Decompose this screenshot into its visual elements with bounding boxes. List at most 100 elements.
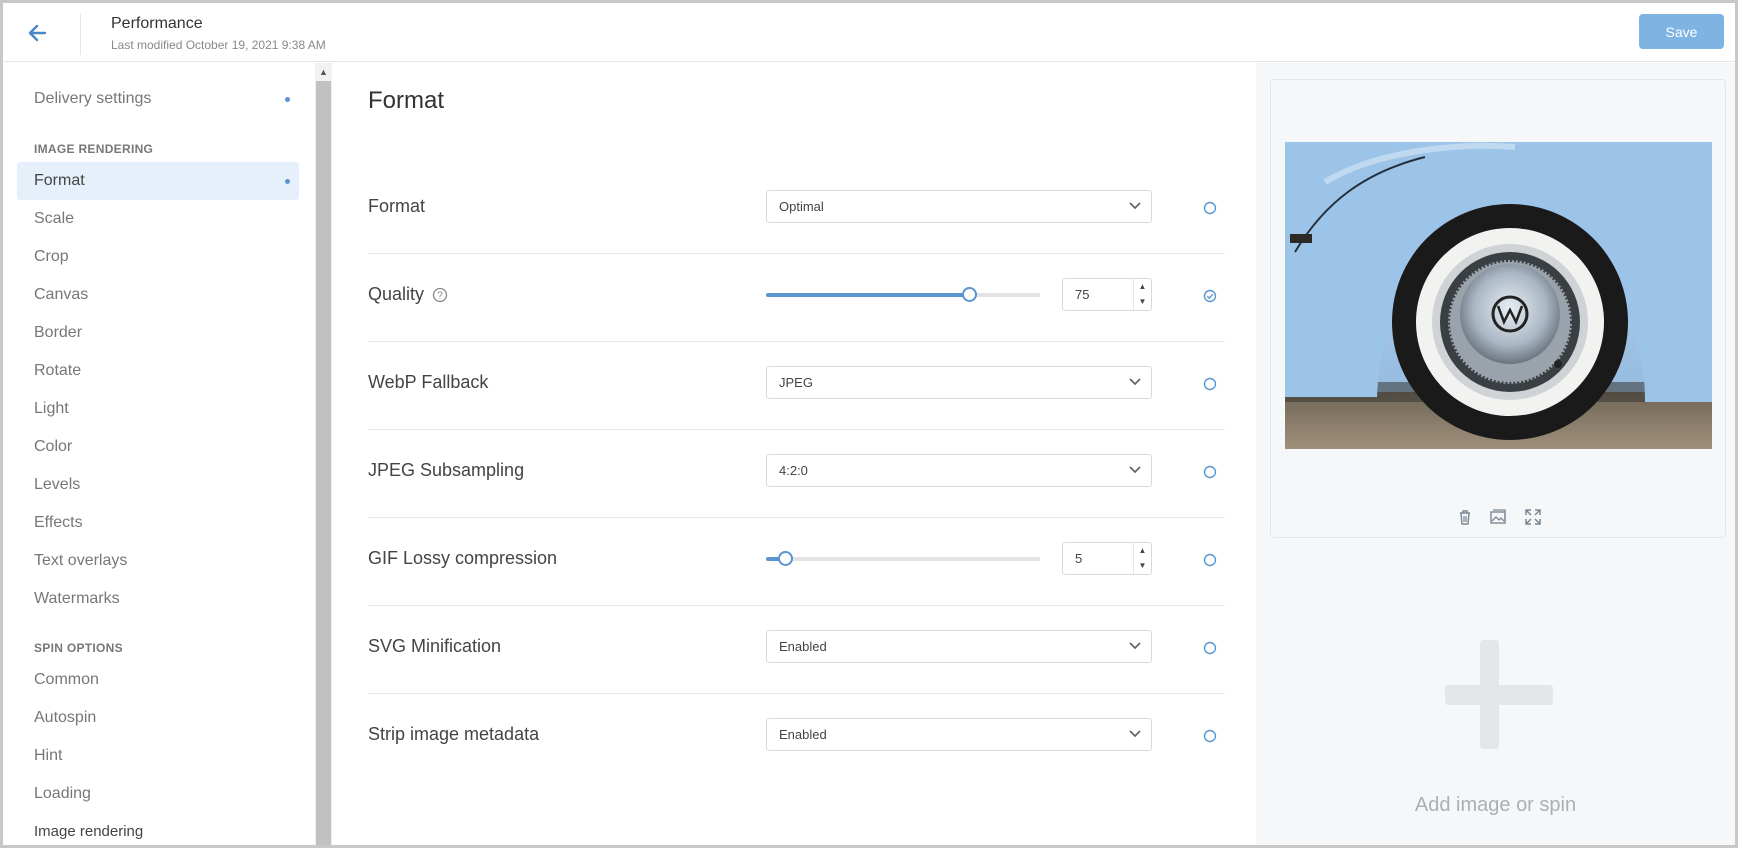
select-value: JPEG (779, 375, 813, 390)
stepper-value[interactable]: 75 (1075, 279, 1089, 310)
setting-label: WebP Fallback (368, 372, 489, 392)
sidebar-item-label: Color (34, 438, 73, 455)
strip-metadata-select[interactable]: Enabled (766, 718, 1152, 751)
sidebar-item-rotate[interactable]: Rotate (17, 352, 299, 390)
sidebar-item-crop[interactable]: Crop (17, 238, 299, 276)
plus-icon-bar (1445, 685, 1553, 705)
sidebar-item-label: Scale (34, 210, 75, 227)
format-select[interactable]: Optimal (766, 190, 1152, 223)
header-divider (80, 13, 81, 55)
svg-text:?: ? (437, 291, 443, 302)
gif-lossy-slider[interactable] (766, 551, 1040, 566)
sidebar-item-label: Autospin (34, 709, 97, 726)
trash-icon[interactable] (1456, 508, 1474, 526)
increment-arrow-icon[interactable]: ▲ (1134, 279, 1151, 294)
setting-row-format: Format Optimal (368, 166, 1225, 254)
status-circle-icon[interactable] (1203, 641, 1217, 655)
sidebar-item-text-overlays[interactable]: Text overlays (17, 542, 299, 580)
sidebar-item-label: Effects (34, 514, 83, 531)
setting-row-quality: Quality ? 75 ▲ ▼ (368, 254, 1225, 342)
sidebar: Delivery settings IMAGE RENDERING Format… (3, 63, 315, 845)
slider-thumb[interactable] (961, 287, 977, 302)
status-circle-icon[interactable] (1203, 201, 1217, 215)
add-image-label: Add image or spin (1414, 794, 1577, 816)
last-modified-text: Last modified October 19, 2021 9:38 AM (111, 38, 326, 52)
setting-label: GIF Lossy compression (368, 548, 558, 568)
sidebar-item-color[interactable]: Color (17, 428, 299, 466)
sidebar-item-hint[interactable]: Hint (17, 737, 299, 775)
help-question-icon[interactable]: ? (432, 287, 448, 303)
setting-row-gif-lossy-compression: GIF Lossy compression 5 ▲ ▼ (368, 518, 1225, 606)
webp-fallback-select[interactable]: JPEG (766, 366, 1152, 399)
status-circle-icon[interactable] (1203, 729, 1217, 743)
quality-stepper[interactable]: 75 ▲ ▼ (1062, 278, 1152, 311)
chevron-down-icon (1129, 730, 1141, 738)
modified-dot-icon (285, 97, 290, 102)
preview-card (1270, 79, 1726, 538)
increment-arrow-icon[interactable]: ▲ (1134, 543, 1151, 558)
chevron-down-icon (1129, 202, 1141, 210)
app-window: Performance Last modified October 19, 20… (3, 3, 1735, 845)
preview-image (1285, 142, 1712, 449)
sidebar-item-light[interactable]: Light (17, 390, 299, 428)
expand-icon[interactable] (1524, 508, 1542, 526)
sidebar-item-delivery-settings[interactable]: Delivery settings (17, 80, 299, 118)
sidebar-item-autospin[interactable]: Autospin (17, 699, 299, 737)
sidebar-item-border[interactable]: Border (17, 314, 299, 352)
sidebar-item-watermarks[interactable]: Watermarks (17, 580, 299, 618)
modified-dot-icon (285, 179, 290, 184)
decrement-arrow-icon[interactable]: ▼ (1134, 294, 1151, 309)
sidebar-item-label: Common (34, 671, 99, 688)
chevron-down-icon (1129, 642, 1141, 650)
scroll-up-arrow-icon[interactable]: ▲ (315, 63, 332, 80)
status-circle-icon[interactable] (1203, 553, 1217, 567)
save-button[interactable]: Save (1639, 14, 1724, 49)
sidebar-item-label: Light (34, 400, 69, 417)
sidebar-item-scale[interactable]: Scale (17, 200, 299, 238)
setting-row-svg-minification: SVG Minification Enabled (368, 606, 1225, 694)
status-circle-icon[interactable] (1203, 377, 1217, 391)
jpeg-subsampling-select[interactable]: 4:2:0 (766, 454, 1152, 487)
sidebar-item-common[interactable]: Common (17, 661, 299, 699)
quality-slider[interactable] (766, 287, 1040, 302)
decrement-arrow-icon[interactable]: ▼ (1134, 558, 1151, 573)
setting-label: SVG Minification (368, 636, 502, 656)
select-value: Enabled (779, 727, 827, 742)
sidebar-item-canvas[interactable]: Canvas (17, 276, 299, 314)
setting-label: Quality (368, 284, 425, 304)
status-circle-icon[interactable] (1203, 465, 1217, 479)
sidebar-item-label: Image rendering (34, 823, 144, 840)
sidebar-item-label: Delivery settings (34, 90, 152, 107)
image-gallery-icon[interactable] (1489, 508, 1507, 526)
sidebar-item-format[interactable]: Format (17, 162, 299, 200)
status-check-icon[interactable] (1203, 289, 1217, 303)
setting-label: Format (368, 196, 426, 216)
sidebar-item-label: Levels (34, 476, 81, 493)
settings-panel: Format Format Optimal Quality ? 75 ▲ ▼ W… (332, 63, 1256, 845)
section-heading-spin-options: SPIN OPTIONS (34, 641, 123, 655)
slider-fill (766, 293, 969, 297)
stepper-value[interactable]: 5 (1075, 543, 1082, 574)
slider-thumb[interactable] (778, 551, 794, 566)
stepper-buttons: ▲ ▼ (1133, 543, 1151, 574)
sidebar-item-image-rendering[interactable]: Image rendering (17, 813, 299, 845)
sidebar-item-label: Crop (34, 248, 69, 265)
sidebar-item-effects[interactable]: Effects (17, 504, 299, 542)
scrollbar-thumb[interactable] (316, 81, 331, 845)
preview-panel: Add image or spin (1256, 63, 1735, 845)
sidebar-item-loading[interactable]: Loading (17, 775, 299, 813)
section-heading-image-rendering: IMAGE RENDERING (34, 142, 154, 156)
add-image-button[interactable]: Add image or spin (1256, 563, 1735, 845)
svg-minification-select[interactable]: Enabled (766, 630, 1152, 663)
chevron-down-icon (1129, 378, 1141, 386)
sidebar-item-label: Rotate (34, 362, 82, 379)
sidebar-item-levels[interactable]: Levels (17, 466, 299, 504)
sidebar-item-label: Watermarks (34, 590, 120, 607)
sidebar-item-label: Text overlays (34, 552, 128, 569)
back-arrow-icon[interactable] (25, 21, 49, 45)
select-value: Enabled (779, 639, 827, 654)
select-value: Optimal (779, 199, 824, 214)
sidebar-item-label: Canvas (34, 286, 89, 303)
sidebar-scrollbar[interactable]: ▲ (315, 63, 332, 845)
gif-lossy-stepper[interactable]: 5 ▲ ▼ (1062, 542, 1152, 575)
